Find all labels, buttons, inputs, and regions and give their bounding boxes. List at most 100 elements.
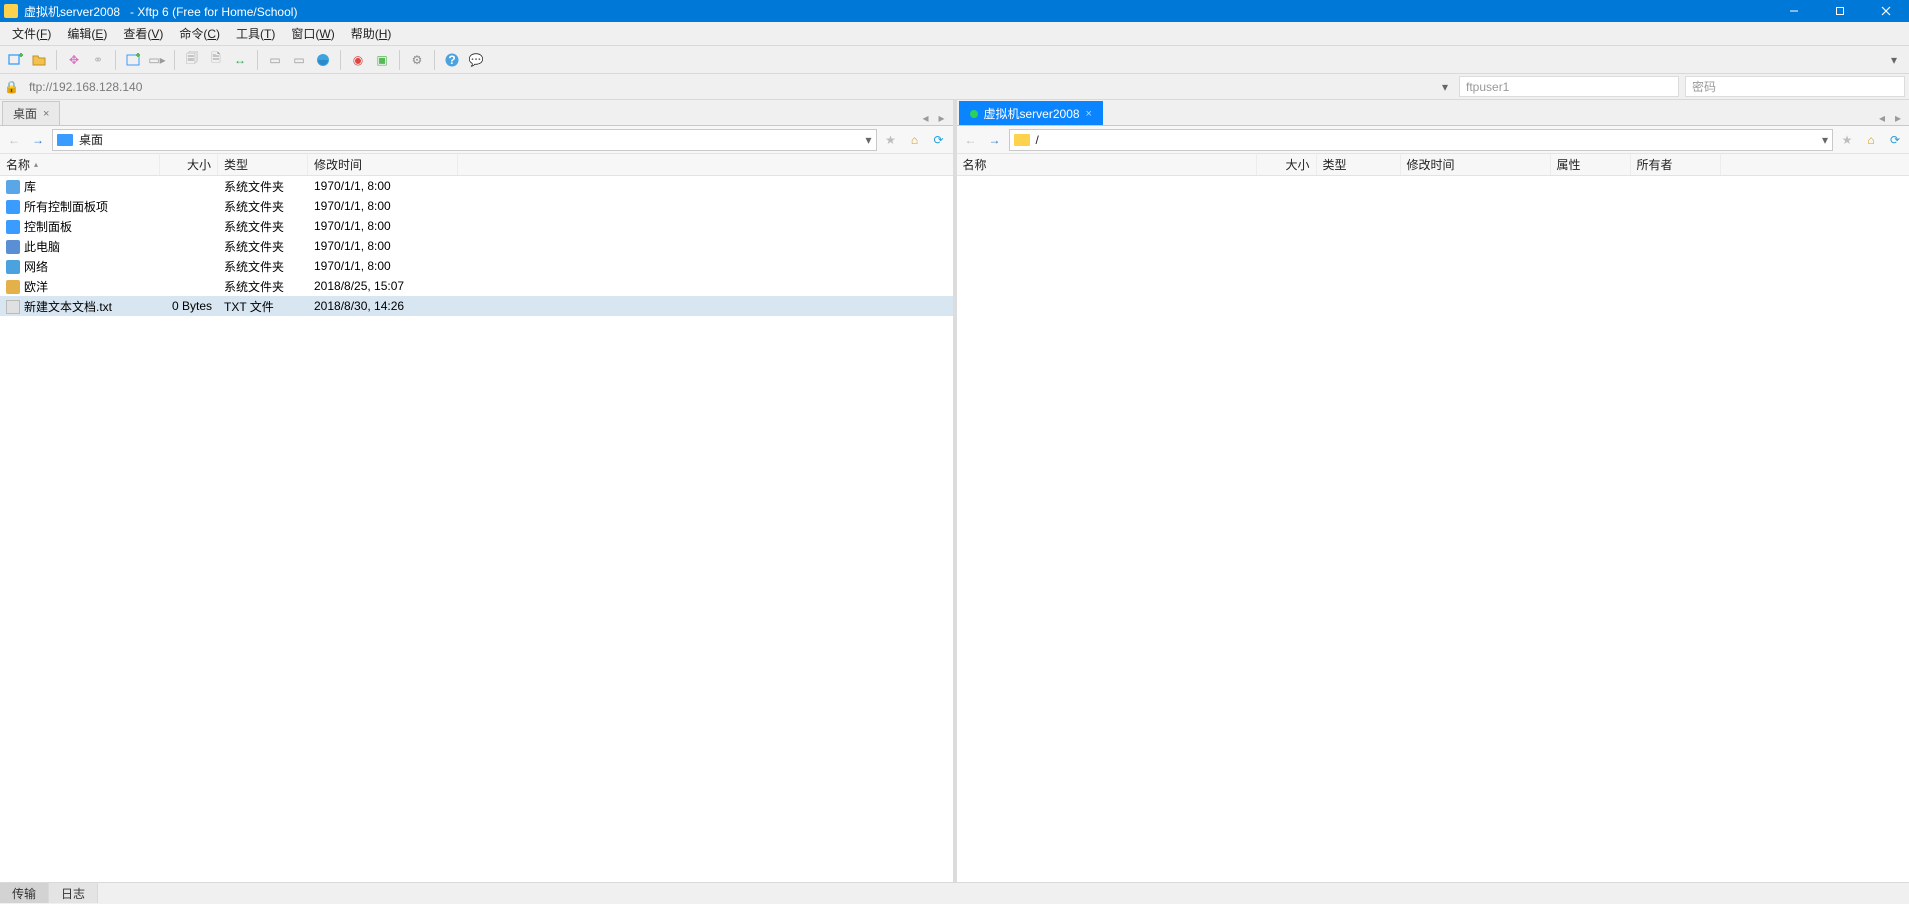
connected-dot-icon [970,110,978,118]
dropdown-icon[interactable]: ▾ [1822,133,1828,147]
minimize-button[interactable] [1771,0,1817,22]
tab-scroll-left-icon[interactable]: ◂ [1875,111,1889,125]
forward-icon[interactable]: → [985,130,1005,150]
column-mtime[interactable]: 修改时间 [308,154,458,175]
bookmark-icon[interactable]: ★ [1837,130,1857,150]
close-tab-icon[interactable]: × [43,108,49,120]
menu-h[interactable]: 帮助(H) [343,23,400,44]
menu-e[interactable]: 编辑(E) [59,23,115,44]
local-list[interactable]: 库系统文件夹1970/1/1, 8:00所有控制面板项系统文件夹1970/1/1… [0,176,953,882]
separator [115,50,116,70]
remote-list-header: 名称大小类型修改时间属性所有者 [957,154,1909,176]
sync-icon[interactable]: ↔ [229,49,251,71]
bookmark-icon[interactable]: ★ [881,130,901,150]
local-path-value: 桌面 [79,131,859,148]
address-dropdown-icon[interactable]: ▾ [1437,80,1453,94]
list-item[interactable]: 此电脑系统文件夹1970/1/1, 8:00 [0,236,953,256]
chat-icon[interactable]: 💬 [465,49,487,71]
refresh-icon[interactable]: ⟳ [1885,130,1905,150]
column-type[interactable]: 类型 [1317,154,1401,175]
stop-icon[interactable]: ▭ [264,49,286,71]
log-tab[interactable]: 日志 [49,883,98,903]
local-list-header: 名称大小类型修改时间 [0,154,953,176]
close-button[interactable] [1863,0,1909,22]
refresh-icon[interactable]: ⟳ [929,130,949,150]
address-url[interactable]: ftp://192.168.128.140 [25,80,1431,94]
home-icon[interactable]: ⌂ [905,130,925,150]
file-icon [6,220,20,234]
extension-icon[interactable]: ▣ [371,49,393,71]
list-item[interactable]: 库系统文件夹1970/1/1, 8:00 [0,176,953,196]
column-owner[interactable]: 所有者 [1631,154,1721,175]
column-size[interactable]: 大小 [160,154,218,175]
file-icon [6,200,20,214]
separator [340,50,341,70]
column-attr[interactable]: 属性 [1551,154,1631,175]
separator [434,50,435,70]
column-mtime[interactable]: 修改时间 [1401,154,1551,175]
menu-c[interactable]: 命令(C) [171,23,228,44]
terminal-play-icon[interactable]: ▭▸ [146,49,168,71]
username-field[interactable]: ftpuser1 [1459,76,1679,97]
menu-t[interactable]: 工具(T) [228,23,283,44]
toolbar-overflow-icon[interactable]: ▾ [1883,49,1905,71]
password-field[interactable]: 密码 [1685,76,1905,97]
local-pane: 桌面 × ◂ ▸ ← → 桌面 ▾ ★ ⌂ ⟳ 名称大小类型修改时间 库系统文件… [0,100,957,882]
file-icon [6,260,20,274]
list-item[interactable]: 网络系统文件夹1970/1/1, 8:00 [0,256,953,276]
remote-path-combo[interactable]: / ▾ [1009,129,1834,151]
copy-icon[interactable]: 🗐 [181,49,203,71]
file-icon [6,180,20,194]
globe-icon[interactable] [312,49,334,71]
close-tab-icon[interactable]: × [1086,108,1092,120]
unlink-icon[interactable]: ⚭ [87,49,109,71]
remote-tabstrip: 虚拟机server2008 × ◂ ▸ [957,100,1909,126]
column-size[interactable]: 大小 [1257,154,1317,175]
tab-scroll-left-icon[interactable]: ◂ [918,111,932,125]
tab-scroll-right-icon[interactable]: ▸ [934,111,948,125]
toolbar: ✥ ⚭ ▭▸ 🗐 🗎 ↔ ▭ ▭ ◉ ▣ ⚙ ? 💬 ▾ [0,46,1909,74]
home-icon[interactable]: ⌂ [1861,130,1881,150]
menu-v[interactable]: 查看(V) [115,23,171,44]
local-tab[interactable]: 桌面 × [2,101,60,125]
help-icon[interactable]: ? [441,49,463,71]
new-terminal-icon[interactable] [122,49,144,71]
file-icon [6,300,20,314]
separator [174,50,175,70]
list-item[interactable]: 控制面板系统文件夹1970/1/1, 8:00 [0,216,953,236]
pause-icon[interactable]: ▭ [288,49,310,71]
column-name[interactable]: 名称 [957,154,1257,175]
list-item[interactable]: 新建文本文档.txt0 BytesTXT 文件2018/8/30, 14:26 [0,296,953,316]
folder-icon [1014,134,1030,146]
separator [399,50,400,70]
list-item[interactable]: 欧洋系统文件夹2018/8/25, 15:07 [0,276,953,296]
separator [257,50,258,70]
transfer-tab[interactable]: 传输 [0,883,49,903]
new-session-icon[interactable] [4,49,26,71]
file-icon [6,280,20,294]
dropdown-icon[interactable]: ▾ [865,133,871,147]
tab-label: 虚拟机server2008 [984,105,1080,122]
back-icon[interactable]: ← [4,130,24,150]
menu-f[interactable]: 文件(F) [4,23,59,44]
remote-pane: 虚拟机server2008 × ◂ ▸ ← → / ▾ ★ ⌂ ⟳ 名称大小类型… [957,100,1909,882]
tab-scroll-right-icon[interactable]: ▸ [1891,111,1905,125]
lock-icon: 🔒 [4,80,19,94]
forward-icon[interactable]: → [28,130,48,150]
open-session-icon[interactable] [28,49,50,71]
app-icon [4,4,18,18]
list-item[interactable]: 所有控制面板项系统文件夹1970/1/1, 8:00 [0,196,953,216]
column-type[interactable]: 类型 [218,154,308,175]
local-tabstrip: 桌面 × ◂ ▸ [0,100,953,126]
column-name[interactable]: 名称 [0,154,160,175]
maximize-button[interactable] [1817,0,1863,22]
back-icon[interactable]: ← [961,130,981,150]
remote-tab[interactable]: 虚拟机server2008 × [959,101,1103,125]
menu-w[interactable]: 窗口(W) [283,23,342,44]
settings-icon[interactable]: ⚙ [406,49,428,71]
link-icon[interactable]: ✥ [63,49,85,71]
local-path-combo[interactable]: 桌面 ▾ [52,129,877,151]
record-icon[interactable]: ◉ [347,49,369,71]
remote-list[interactable] [957,176,1909,882]
paste-icon[interactable]: 🗎 [205,49,227,71]
